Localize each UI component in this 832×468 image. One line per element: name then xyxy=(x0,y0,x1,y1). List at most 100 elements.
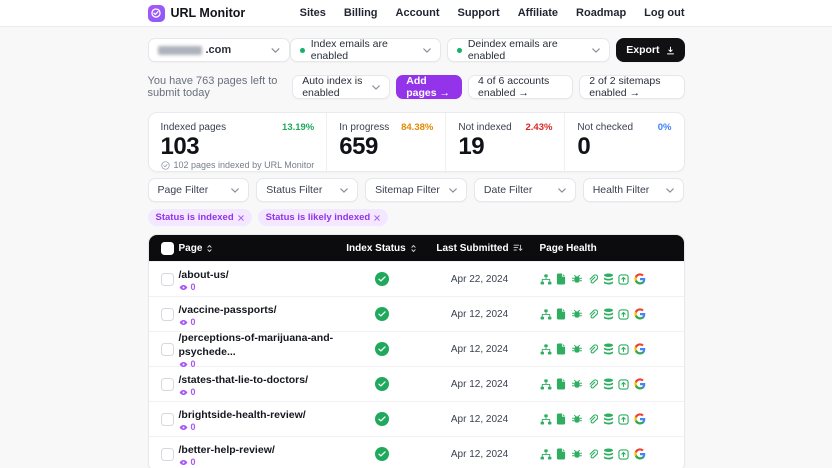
sitemap-icon[interactable] xyxy=(540,378,552,390)
page-file-icon[interactable] xyxy=(556,273,566,285)
robot-icon[interactable] xyxy=(571,274,583,285)
page-path[interactable]: /brightside-health-review/ xyxy=(179,409,338,422)
page-path[interactable]: /states-that-lie-to-doctors/ xyxy=(179,374,338,387)
sort-updown-icon[interactable] xyxy=(206,244,213,253)
link-icon[interactable] xyxy=(587,273,598,285)
table-row[interactable]: /better-help-review/ 0 Apr 12, 2024 xyxy=(148,436,684,468)
pages-table: Page Index Status Last Submitted Page He… xyxy=(147,234,685,468)
page-file-icon[interactable] xyxy=(556,413,566,425)
row-checkbox[interactable] xyxy=(160,272,174,286)
link-icon[interactable] xyxy=(587,448,598,460)
robot-icon[interactable] xyxy=(571,379,583,390)
google-icon[interactable] xyxy=(633,413,646,425)
page-filter[interactable]: Page Filter xyxy=(147,178,250,202)
select-all-checkbox[interactable] xyxy=(160,241,174,255)
submit-icon[interactable] xyxy=(618,343,629,355)
row-checkbox[interactable] xyxy=(160,412,174,426)
submit-icon[interactable] xyxy=(618,378,629,390)
page-path[interactable]: /better-help-review/ xyxy=(179,444,338,457)
column-page[interactable]: Page xyxy=(179,243,338,254)
database-icon[interactable] xyxy=(603,273,614,285)
submit-icon[interactable] xyxy=(618,448,629,460)
sitemaps-enabled-button[interactable]: 2 of 2 sitemaps enabled → xyxy=(579,75,685,99)
google-icon[interactable] xyxy=(633,273,646,285)
index-emails-toggle[interactable]: Index emails are enabled xyxy=(290,38,442,62)
column-last-submitted[interactable]: Last Submitted xyxy=(426,243,534,254)
table-row[interactable]: /perceptions-of-marijuana-and-psychede..… xyxy=(148,331,684,369)
sitemap-icon[interactable] xyxy=(540,273,552,285)
page-file-icon[interactable] xyxy=(556,378,566,390)
sort-updown-icon[interactable] xyxy=(410,244,417,253)
table-row[interactable]: /about-us/ 0 Apr 22, 2024 xyxy=(148,261,684,296)
sort-descending-icon[interactable] xyxy=(513,244,523,252)
link-icon[interactable] xyxy=(587,343,598,355)
brand[interactable]: URL Monitor xyxy=(147,4,245,22)
database-icon[interactable] xyxy=(603,413,614,425)
robot-icon[interactable] xyxy=(571,309,583,320)
nav-roadmap[interactable]: Roadmap xyxy=(576,7,626,19)
robot-icon[interactable] xyxy=(571,344,583,355)
database-icon[interactable] xyxy=(603,378,614,390)
page-path[interactable]: /perceptions-of-marijuana-and-psychede..… xyxy=(179,332,338,358)
nav-sites[interactable]: Sites xyxy=(300,7,326,19)
status-filter[interactable]: Status Filter xyxy=(256,178,359,202)
remove-filter-icon[interactable] xyxy=(237,214,244,221)
database-icon[interactable] xyxy=(603,448,614,460)
sitemap-icon[interactable] xyxy=(540,343,552,355)
row-checkbox[interactable] xyxy=(160,447,174,461)
active-filter-status-likely-indexed[interactable]: Status is likely indexed xyxy=(257,209,389,226)
page-path[interactable]: /vaccine-passports/ xyxy=(179,304,338,317)
robot-icon[interactable] xyxy=(571,414,583,425)
active-filter-status-indexed[interactable]: Status is indexed xyxy=(147,209,252,226)
sitemap-icon[interactable] xyxy=(540,308,552,320)
export-button[interactable]: Export xyxy=(616,38,685,62)
page-file-icon[interactable] xyxy=(556,343,566,355)
submit-icon[interactable] xyxy=(618,273,629,285)
page-file-icon[interactable] xyxy=(556,308,566,320)
page-path[interactable]: /about-us/ xyxy=(179,269,338,282)
domain-selector[interactable]: .com xyxy=(147,38,291,62)
google-icon[interactable] xyxy=(633,448,646,460)
google-icon[interactable] xyxy=(633,308,646,320)
accounts-enabled-button[interactable]: 4 of 6 accounts enabled → xyxy=(468,75,574,99)
eye-icon xyxy=(179,389,188,396)
table-row[interactable]: /vaccine-passports/ 0 Apr 12, 2024 xyxy=(148,296,684,331)
page-views: 0 xyxy=(179,387,338,398)
link-icon[interactable] xyxy=(587,308,598,320)
link-icon[interactable] xyxy=(587,378,598,390)
sitemap-filter[interactable]: Sitemap Filter xyxy=(365,178,467,202)
sitemap-icon[interactable] xyxy=(540,448,552,460)
database-icon[interactable] xyxy=(603,343,614,355)
add-pages-button[interactable]: Add pages → xyxy=(396,75,463,99)
nav-affiliate[interactable]: Affiliate xyxy=(518,7,558,19)
stat-value: 0 xyxy=(577,133,591,160)
submit-icon[interactable] xyxy=(618,413,629,425)
table-row[interactable]: /states-that-lie-to-doctors/ 0 Apr 12, 2… xyxy=(148,366,684,401)
nav-billing[interactable]: Billing xyxy=(344,7,378,19)
submit-icon[interactable] xyxy=(618,308,629,320)
stat-indexed-pages: Indexed pages 13.19% 103 102 pages index… xyxy=(149,113,327,171)
stat-not-indexed: Not indexed 2.43% 19 xyxy=(445,113,564,171)
google-icon[interactable] xyxy=(633,343,646,355)
page-health-icons xyxy=(534,378,684,390)
health-filter[interactable]: Health Filter xyxy=(582,178,685,202)
page-file-icon[interactable] xyxy=(556,448,566,460)
nav-account[interactable]: Account xyxy=(396,7,440,19)
remove-filter-icon[interactable] xyxy=(374,214,380,221)
row-checkbox[interactable] xyxy=(160,377,174,391)
row-checkbox[interactable] xyxy=(160,342,174,356)
google-icon[interactable] xyxy=(633,378,646,390)
row-checkbox[interactable] xyxy=(160,307,174,321)
deindex-emails-toggle[interactable]: Deindex emails are enabled xyxy=(447,38,611,62)
robot-icon[interactable] xyxy=(571,449,583,460)
link-icon[interactable] xyxy=(587,413,598,425)
sitemap-icon[interactable] xyxy=(540,413,552,425)
date-filter[interactable]: Date Filter xyxy=(473,178,576,202)
column-index-status[interactable]: Index Status xyxy=(338,243,426,254)
chevron-down-icon xyxy=(449,187,457,193)
nav-logout[interactable]: Log out xyxy=(644,7,684,19)
table-row[interactable]: /brightside-health-review/ 0 Apr 12, 202… xyxy=(148,401,684,436)
auto-index-selector[interactable]: Auto index is enabled xyxy=(292,75,391,99)
nav-support[interactable]: Support xyxy=(458,7,500,19)
database-icon[interactable] xyxy=(603,308,614,320)
